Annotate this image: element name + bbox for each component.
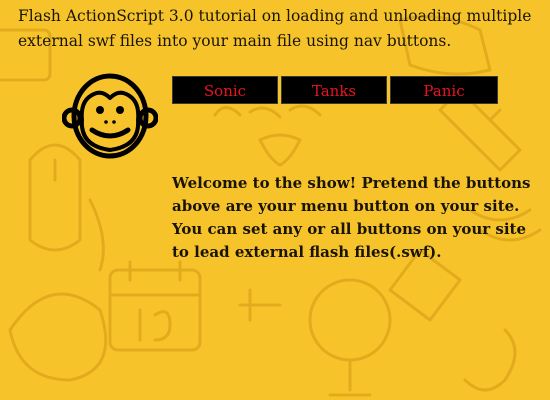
sonic-button[interactable]: Sonic	[172, 76, 278, 104]
panic-button[interactable]: Panic	[390, 76, 498, 104]
page-title: Flash ActionScript 3.0 tutorial on loadi…	[18, 7, 532, 50]
monkey-face-icon	[62, 73, 158, 159]
tanks-button[interactable]: Tanks	[281, 76, 387, 104]
welcome-text: Welcome to the show! Pretend the buttons…	[172, 174, 531, 261]
nav-bar: Sonic Tanks Panic	[172, 76, 498, 104]
